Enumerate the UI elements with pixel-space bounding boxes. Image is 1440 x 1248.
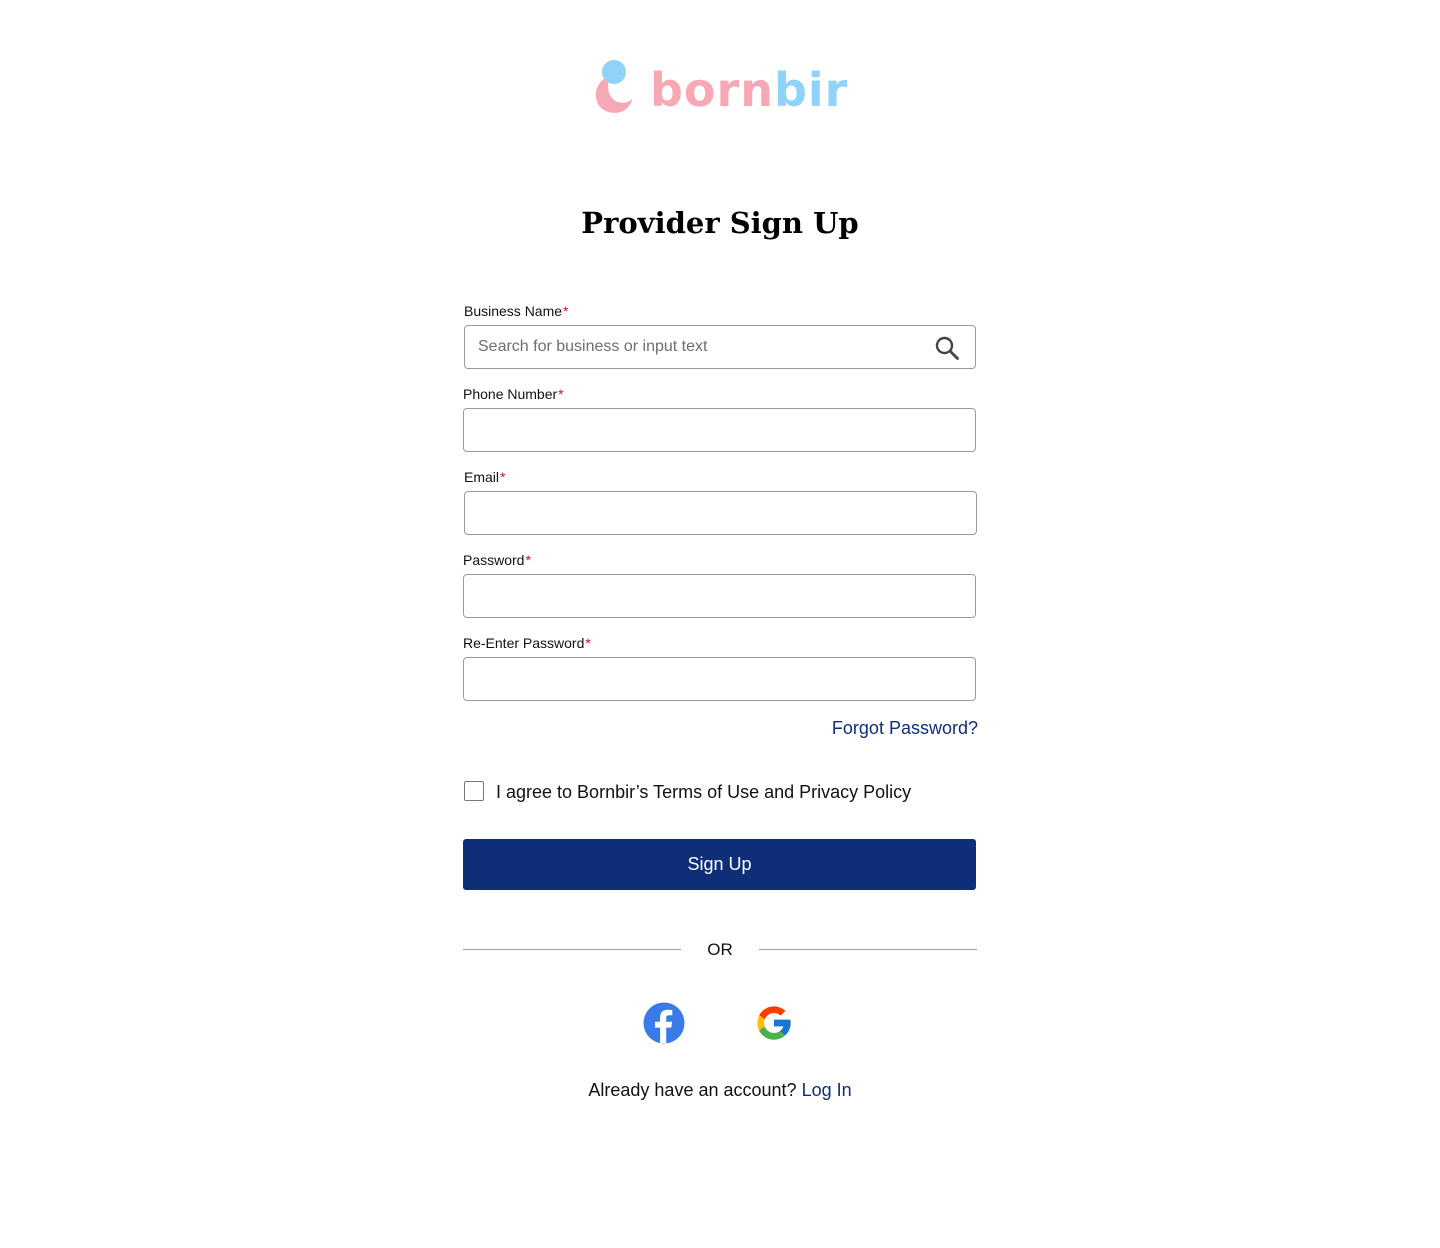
brand-logo: bornbir <box>594 58 847 118</box>
password-label: Password* <box>463 551 531 569</box>
required-marker: * <box>525 552 531 568</box>
search-icon <box>935 336 959 360</box>
brand-mark-icon <box>595 60 632 113</box>
signup-page: bornbir Provider Sign Up Business Name* … <box>0 0 1440 1248</box>
google-login-button[interactable] <box>753 1002 795 1044</box>
facebook-login-button[interactable] <box>643 1002 685 1044</box>
sign-up-button[interactable]: Sign Up <box>463 839 976 890</box>
phone-number-label-text: Phone Number <box>463 386 558 402</box>
phone-number-label: Phone Number* <box>463 385 564 403</box>
email-label: Email* <box>464 468 505 486</box>
page-title: Provider Sign Up <box>581 206 859 240</box>
business-name-label: Business Name* <box>464 302 569 320</box>
login-prompt-text: Already have an account? <box>588 1080 797 1100</box>
phone-number-input[interactable] <box>463 408 976 452</box>
email-input[interactable] <box>464 491 977 535</box>
required-marker: * <box>563 303 569 319</box>
business-name-input[interactable] <box>464 325 976 369</box>
divider-line-right <box>759 949 977 950</box>
reenter-password-input[interactable] <box>463 657 976 701</box>
log-in-link[interactable]: Log In <box>802 1080 852 1100</box>
business-search-button[interactable] <box>932 333 962 363</box>
terms-agreement-text: I agree to Bornbir’s Terms of Use and Pr… <box>496 782 912 802</box>
brand-name-part-b: bir <box>773 63 849 117</box>
brand-name-part-a: born <box>650 63 774 117</box>
forgot-password-link[interactable]: Forgot Password? <box>832 716 978 740</box>
required-marker: * <box>500 469 506 485</box>
divider-line-left <box>463 949 681 950</box>
required-marker: * <box>585 635 591 651</box>
business-name-label-text: Business Name <box>464 303 563 319</box>
google-icon <box>757 1006 791 1040</box>
terms-checkbox[interactable] <box>464 781 484 801</box>
or-divider-text: OR <box>707 940 733 959</box>
required-marker: * <box>558 386 564 402</box>
login-prompt: Already have an account? Log In <box>0 1078 1440 1102</box>
password-label-text: Password <box>463 552 525 568</box>
password-input[interactable] <box>463 574 976 618</box>
reenter-password-label-text: Re-Enter Password <box>463 635 585 651</box>
reenter-password-label: Re-Enter Password* <box>463 634 591 652</box>
facebook-icon <box>643 1002 685 1044</box>
email-label-text: Email <box>464 469 500 485</box>
brand-wordmark: bornbir <box>650 60 848 120</box>
